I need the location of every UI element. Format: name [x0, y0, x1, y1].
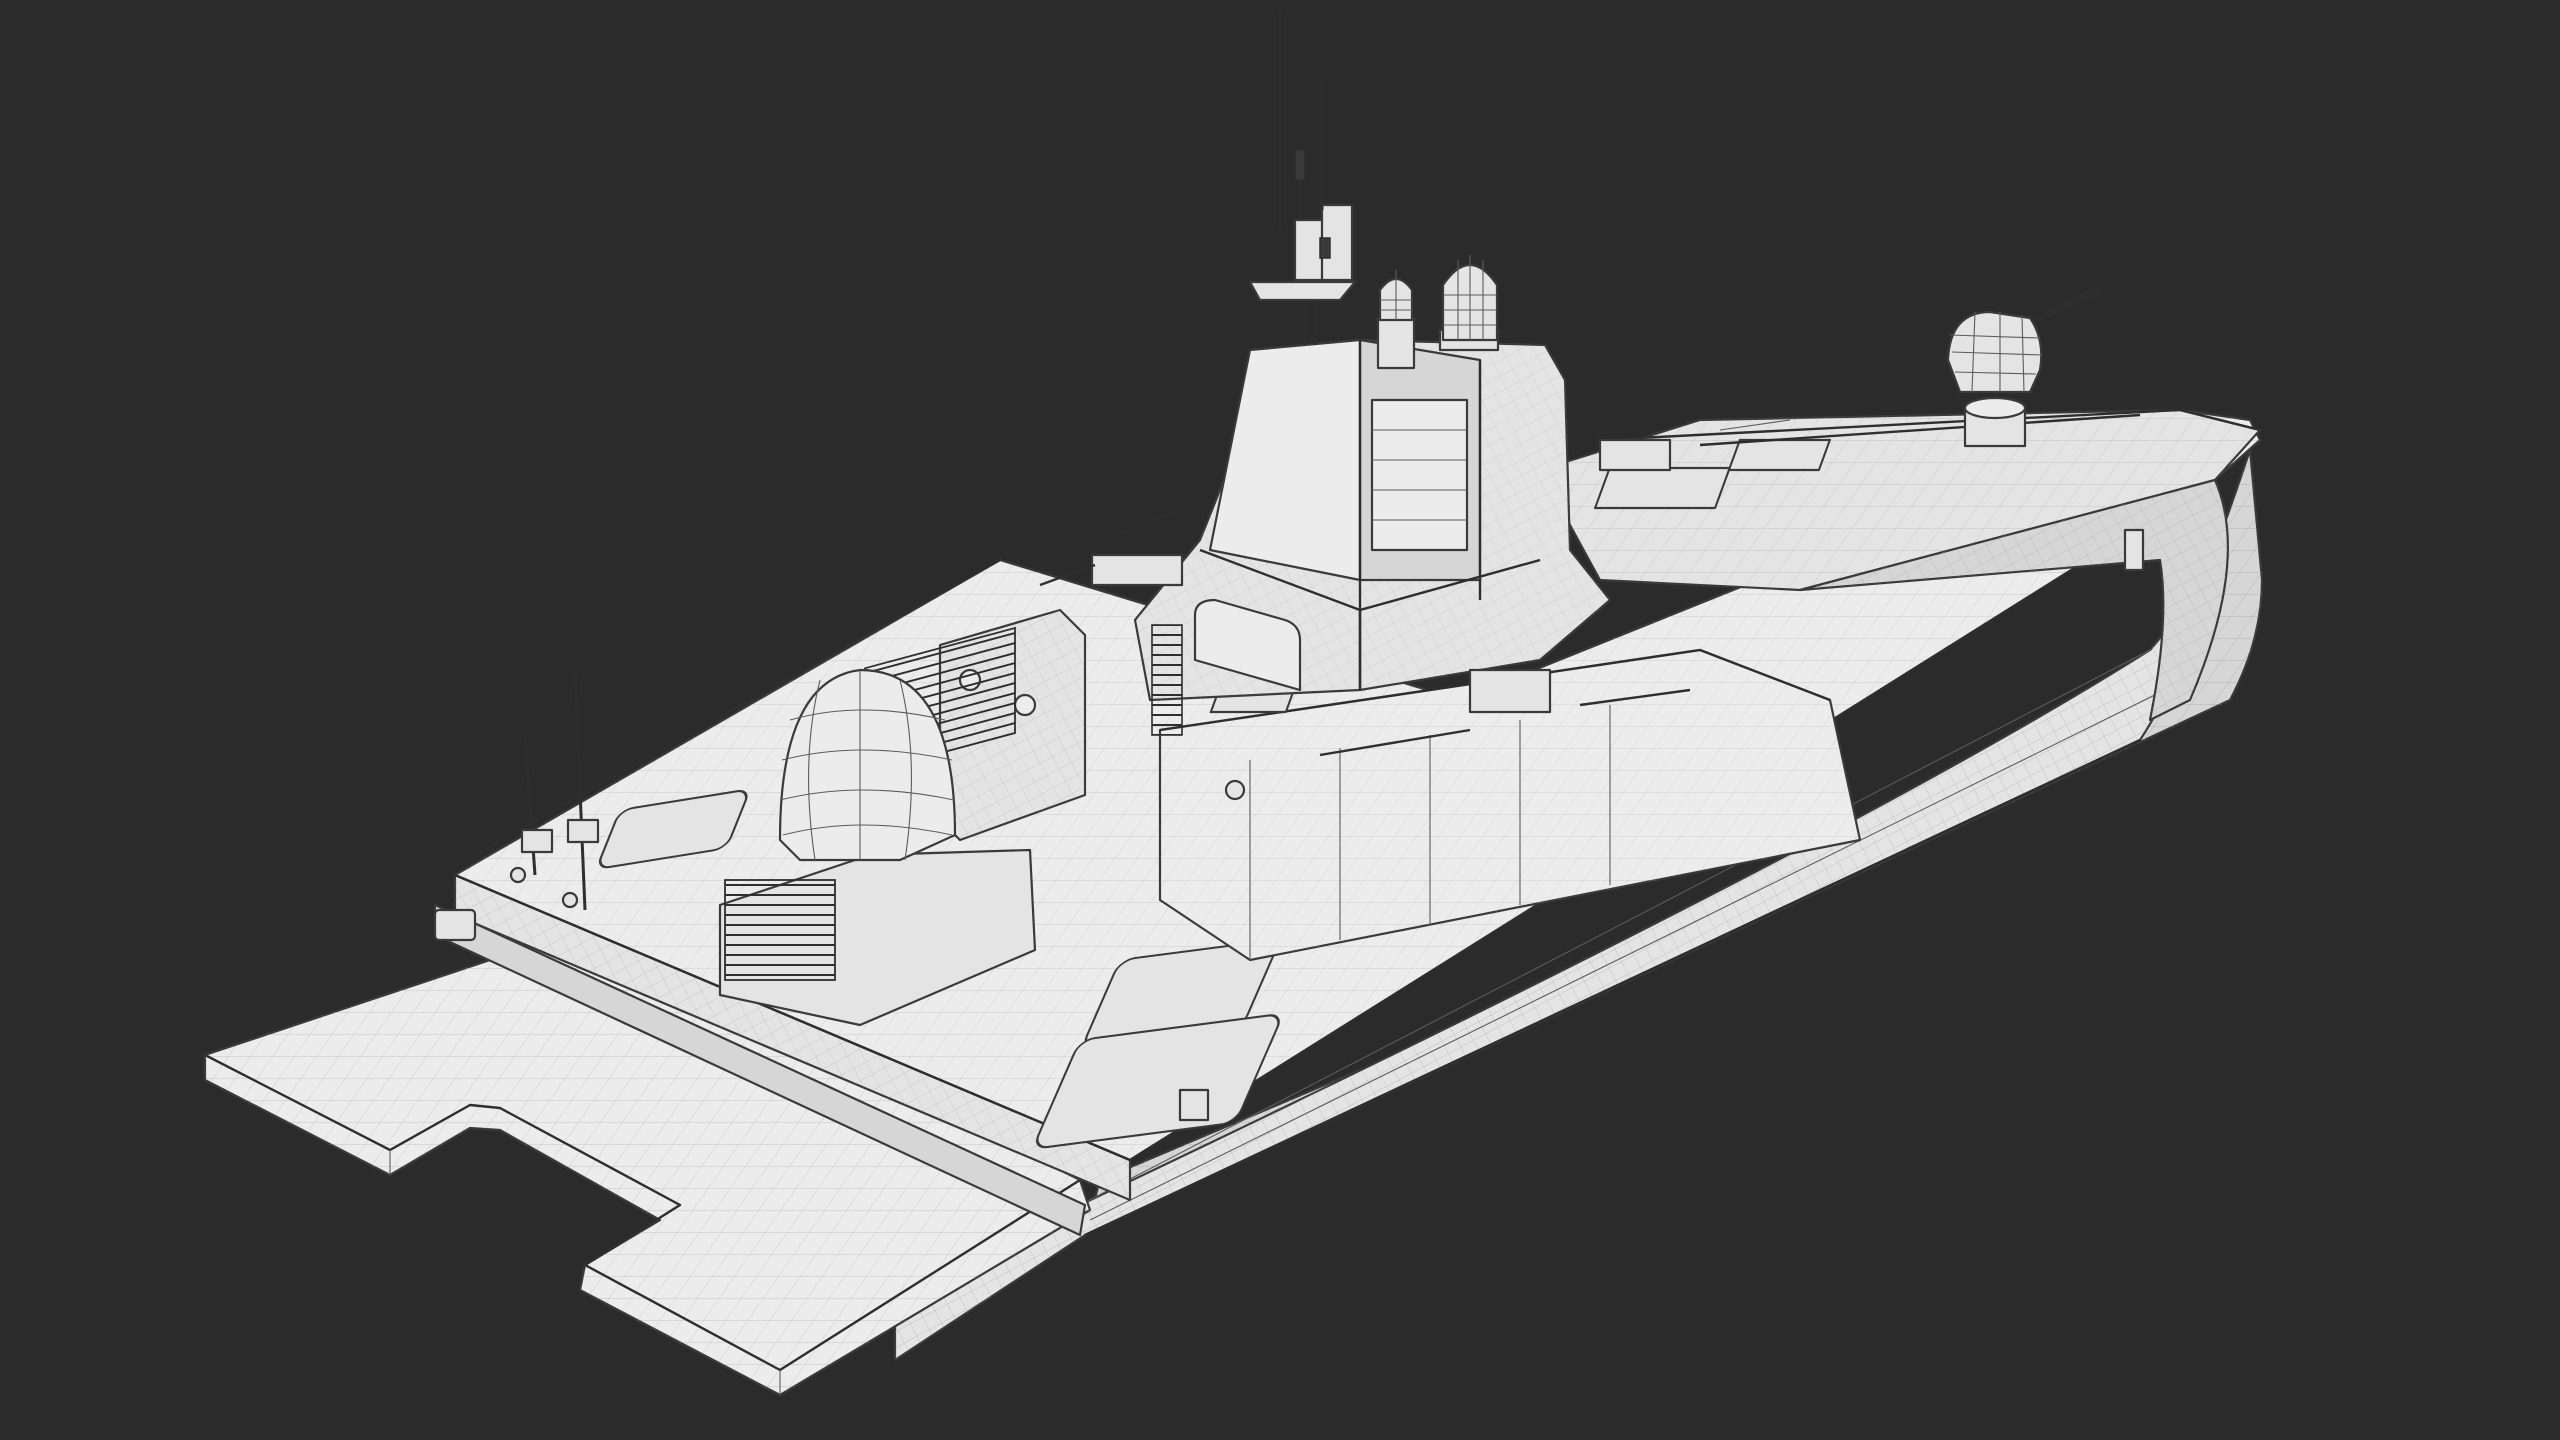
tower-vent	[1151, 624, 1183, 736]
main-mast	[1248, 10, 1357, 345]
stern-box	[433, 908, 477, 942]
render-viewport	[0, 0, 2560, 1440]
bollard	[1178, 1088, 1210, 1122]
radar-vent	[724, 879, 836, 981]
bridge-window	[1370, 398, 1469, 552]
tower-hatch	[1468, 668, 1552, 714]
boat-model	[203, 10, 2264, 1397]
bollard	[2123, 528, 2145, 572]
bow-hatch	[1593, 466, 1731, 510]
bow-hatch	[1727, 438, 1832, 472]
tower-hatch	[1090, 553, 1184, 587]
mast-platform	[1248, 280, 1357, 302]
sensor-dome-base	[1376, 316, 1416, 370]
bow-hatch	[1598, 438, 1672, 472]
